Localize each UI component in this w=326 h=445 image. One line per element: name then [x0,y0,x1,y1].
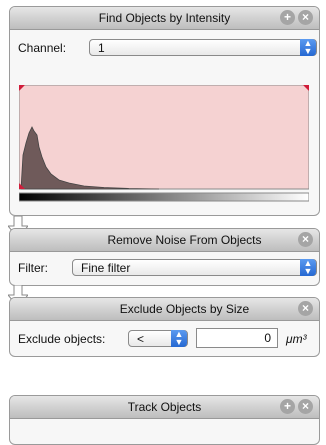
operator-value: < [137,332,145,346]
add-icon[interactable]: + [280,10,295,25]
unit-label: μm³ [286,332,307,346]
remove-noise-panel: Remove Noise From Objects × Filter: Fine… [9,228,320,286]
channel-select[interactable]: 1 ▲ ▼ [89,39,317,56]
channel-stepper-icon[interactable]: ▲ ▼ [300,39,316,56]
track-objects-panel: Track Objects + × [9,395,320,445]
exclude-label: Exclude objects: [18,332,106,346]
operator-select[interactable]: < ▲ ▼ [128,330,188,347]
exclude-size-panel: Exclude Objects by Size × Exclude object… [9,297,320,357]
size-input[interactable]: 0 [196,328,278,348]
find-objects-panel: Find Objects by Intensity + × Channel: 1… [9,6,320,216]
add-icon[interactable]: + [280,399,295,414]
intensity-gradient-bar [18,192,310,202]
find-objects-header: Find Objects by Intensity + × [10,7,319,30]
intensity-histogram[interactable] [18,84,310,207]
histogram-svg [18,84,310,202]
remove-noise-title: Remove Noise From Objects [107,233,262,247]
track-objects-title: Track Objects [127,400,202,414]
histogram-background [18,84,310,190]
filter-value: Fine filter [81,261,131,275]
remove-noise-header: Remove Noise From Objects × [10,229,319,252]
track-objects-header: Track Objects + × [10,396,319,419]
close-icon[interactable]: × [298,399,313,414]
close-icon[interactable]: × [298,10,313,25]
filter-stepper-icon[interactable]: ▲ ▼ [300,259,316,276]
close-icon[interactable]: × [298,301,313,316]
close-icon[interactable]: × [298,232,313,247]
filter-label: Filter: [18,261,48,275]
filter-select[interactable]: Fine filter ▲ ▼ [72,259,317,276]
find-objects-title: Find Objects by Intensity [98,11,231,25]
operator-stepper-icon[interactable]: ▲ ▼ [171,330,187,347]
exclude-size-header: Exclude Objects by Size × [10,298,319,321]
exclude-size-title: Exclude Objects by Size [119,302,250,316]
channel-label: Channel: [18,41,67,55]
channel-value: 1 [98,41,105,55]
